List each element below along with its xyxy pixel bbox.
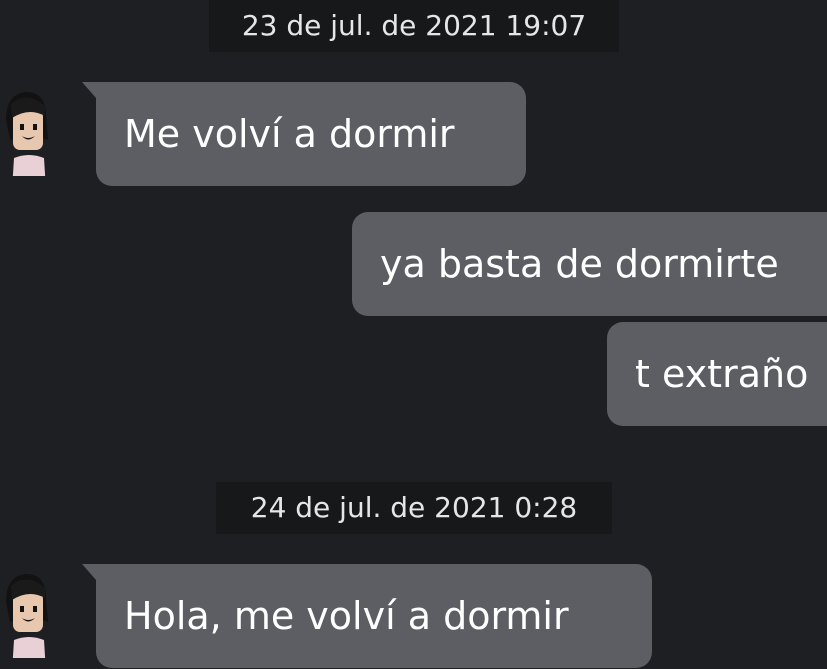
date-separator: 24 de jul. de 2021 0:28 [216,482,612,534]
avatar-icon[interactable] [0,562,58,669]
outgoing-message[interactable]: t extraño [607,322,827,426]
outgoing-message[interactable]: ya basta de dormirte [352,212,827,316]
avatar-icon[interactable] [0,80,58,190]
date-separator: 23 de jul. de 2021 19:07 [209,0,619,52]
chat-window: 23 de jul. de 2021 19:07 Me volví a dorm… [0,0,827,669]
incoming-message[interactable]: Hola, me volví a dormir [82,564,652,668]
incoming-message[interactable]: Me volví a dormir [82,82,526,186]
